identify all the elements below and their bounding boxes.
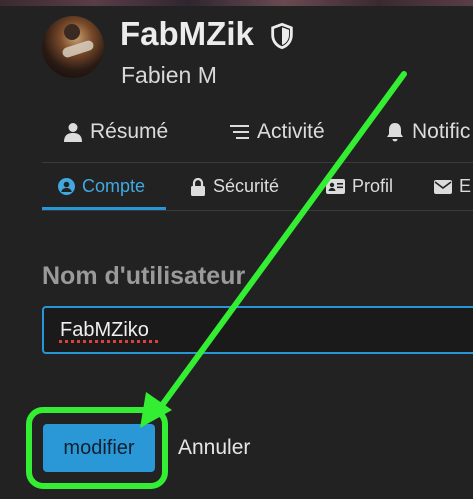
avatar-guitar: [61, 39, 95, 59]
active-tab-indicator: [42, 207, 166, 210]
real-name: Fabien M: [121, 62, 217, 88]
id-card-icon: [326, 179, 345, 194]
tab-label: E: [459, 176, 472, 196]
activity-list-icon: [230, 124, 249, 140]
tab-notifications[interactable]: Notific: [386, 120, 470, 144]
primary-nav: Résumé Activité Notific: [42, 110, 473, 163]
tab-resume[interactable]: Résumé: [64, 120, 168, 144]
tab-email[interactable]: E: [434, 176, 471, 197]
envelope-icon: [434, 179, 452, 194]
lock-icon: [190, 177, 206, 196]
avatar[interactable]: [42, 16, 104, 78]
tab-compte[interactable]: Compte: [58, 176, 145, 197]
username-field-label: Nom d'utilisateur: [42, 262, 246, 290]
tab-label: Résumé: [90, 120, 169, 143]
tab-activite[interactable]: Activité: [230, 120, 325, 144]
tab-profil[interactable]: Profil: [326, 176, 393, 197]
tab-label: Compte: [82, 176, 146, 196]
avatar-figure: [64, 24, 80, 40]
username-title: FabMZik: [120, 15, 254, 52]
cancel-link[interactable]: Annuler: [178, 436, 250, 460]
user-icon: [64, 122, 82, 142]
annotation-arrow-head: [140, 392, 172, 428]
username-input[interactable]: [42, 306, 473, 354]
shield-icon: [268, 22, 296, 50]
tab-label: Activité: [257, 120, 325, 143]
secondary-nav: Compte Sécurité Profil E: [42, 162, 473, 211]
user-circle-icon: [58, 178, 75, 195]
header-banner-strip: [0, 0, 473, 6]
tab-label: Sécurité: [213, 176, 280, 196]
modify-button[interactable]: modifier: [43, 424, 155, 472]
tab-label: Notific: [412, 120, 471, 143]
bell-icon: [386, 122, 404, 142]
spellcheck-underline: [59, 340, 161, 343]
tab-securite[interactable]: Sécurité: [190, 176, 279, 197]
tab-label: Profil: [352, 176, 394, 196]
